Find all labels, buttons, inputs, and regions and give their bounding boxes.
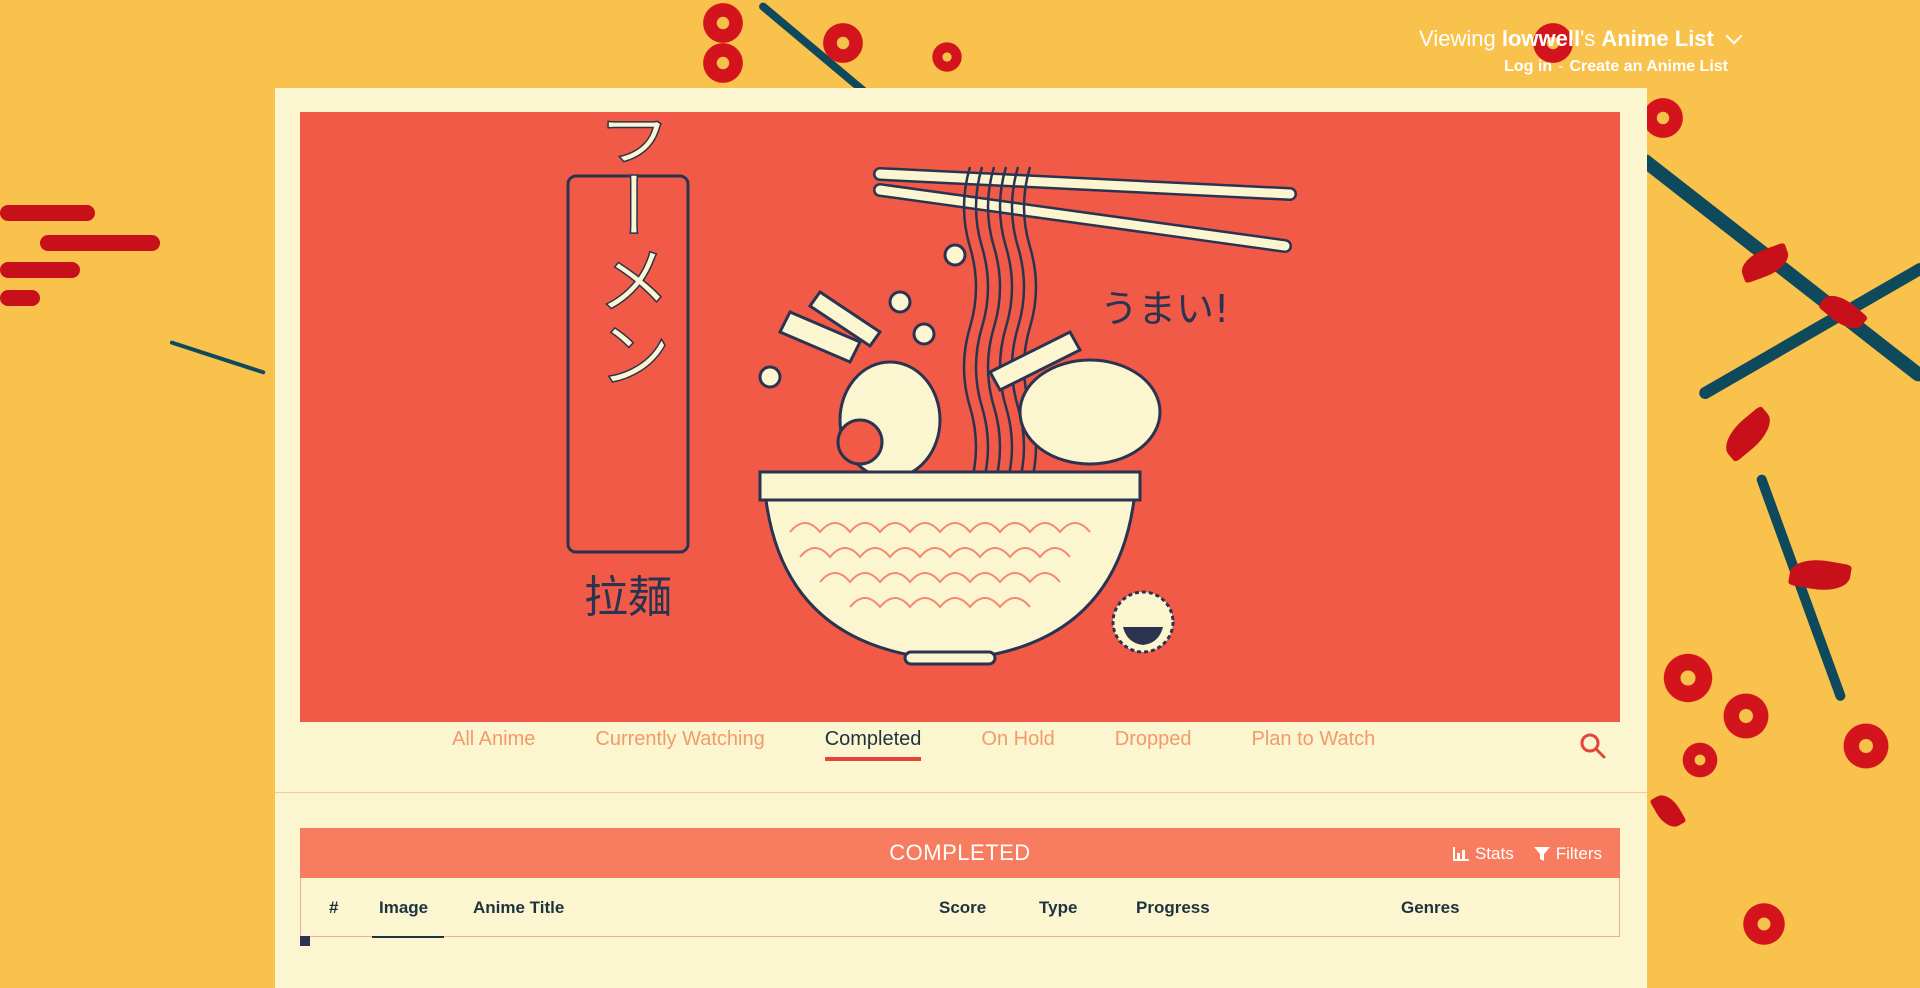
column-number[interactable]: # (329, 898, 338, 918)
completed-list: COMPLETED Stats Filters # Image Anime Ti… (300, 828, 1620, 946)
column-title[interactable]: Anime Title (473, 898, 564, 918)
list-header: COMPLETED Stats Filters (300, 828, 1620, 878)
possessive: 's (1580, 26, 1596, 51)
create-list-link[interactable]: Create an Anime List (1569, 58, 1728, 75)
petal-decoration (1717, 405, 1779, 463)
link-separator: - (1558, 58, 1564, 75)
chevron-down-icon[interactable] (1725, 27, 1743, 45)
flower-decoration (1660, 650, 1716, 706)
tab-bar: All Anime Currently Watching Completed O… (452, 728, 1375, 761)
main-panel: ラーメン 拉麺 うまい! All Anime Currently Watchin… (275, 88, 1647, 988)
ramen-illustration: ラーメン 拉麺 うまい! (566, 112, 1297, 666)
branch-decoration (169, 340, 266, 375)
column-headers: # Image Anime Title Score Type Progress … (300, 878, 1620, 937)
viewing-prefix: Viewing (1419, 26, 1496, 51)
flower-decoration (930, 40, 964, 74)
flower-decoration (820, 20, 866, 66)
filters-button[interactable]: Filters (1533, 844, 1602, 864)
kanji-text: 拉麺 (584, 572, 672, 623)
stats-button[interactable]: Stats (1452, 844, 1514, 864)
flower-decoration (700, 40, 746, 86)
row-image-edge (372, 936, 444, 938)
column-genres[interactable]: Genres (1401, 898, 1460, 918)
cloud-decoration (0, 205, 95, 221)
filters-label: Filters (1555, 844, 1602, 863)
login-link[interactable]: Log in (1504, 58, 1552, 75)
ramen-banner: ラーメン 拉麺 うまい! (300, 112, 1620, 722)
cloud-decoration (0, 290, 40, 306)
tab-currently-watching[interactable]: Currently Watching (595, 728, 764, 761)
filter-icon (1533, 847, 1550, 861)
flower-decoration (1740, 900, 1788, 948)
table-row[interactable] (300, 936, 1620, 946)
cloud-decoration (0, 262, 80, 278)
top-header: Viewing lowwell's Anime List Log in - Crea… (1419, 26, 1743, 76)
kana-vertical-text: ラーメン (585, 112, 671, 390)
viewing-line[interactable]: Viewing lowwell's Anime List (1419, 26, 1743, 52)
list-title: COMPLETED (889, 840, 1031, 865)
stats-label: Stats (1474, 844, 1514, 863)
petal-decoration (1649, 789, 1687, 833)
tab-completed[interactable]: Completed (824, 728, 922, 761)
column-score[interactable]: Score (939, 898, 986, 918)
username: lowwell (1501, 26, 1581, 51)
umai-text: うまい! (1100, 287, 1229, 331)
tab-plan-to-watch[interactable]: Plan to Watch (1252, 728, 1376, 761)
list-tools: Stats Filters (1452, 844, 1602, 864)
tab-on-hold[interactable]: On Hold (981, 728, 1054, 761)
list-name: Anime List (1601, 26, 1714, 51)
column-progress[interactable]: Progress (1136, 898, 1210, 918)
cloud-decoration (40, 235, 160, 251)
flower-decoration (1720, 690, 1772, 742)
column-type[interactable]: Type (1039, 898, 1077, 918)
search-icon[interactable] (1579, 732, 1607, 760)
column-image[interactable]: Image (379, 898, 428, 918)
account-links: Log in - Create an Anime List (1419, 58, 1728, 76)
tab-dropped[interactable]: Dropped (1115, 728, 1192, 761)
bar-chart-icon (1452, 847, 1469, 861)
flower-decoration (1680, 740, 1720, 780)
row-status-marker (300, 936, 310, 946)
tab-all-anime[interactable]: All Anime (452, 728, 535, 761)
list-tabs: All Anime Currently Watching Completed O… (275, 722, 1647, 793)
flower-decoration (1840, 720, 1892, 772)
